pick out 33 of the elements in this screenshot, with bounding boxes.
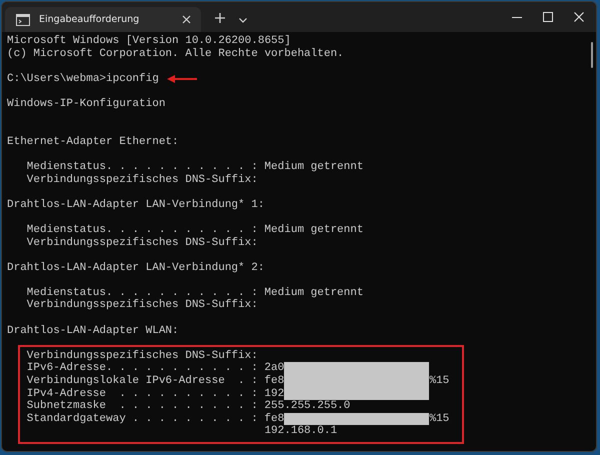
console-line: Medienstatus. . . . . . . . . . . : Medium getrennt <box>26 160 364 174</box>
console-line: Windows-IP-Konfiguration <box>7 98 166 111</box>
console-line: (c) Microsoft Corporation. Alle Rechte vorbehalten. <box>7 48 345 60</box>
adapter-heading: Ethernet-Adapter Ethernet: <box>7 136 179 148</box>
adapter-heading: Drahtlos-LAN-Adapter LAN-Verbindung* 1: <box>7 198 264 212</box>
console-line: Microsoft Windows [Version 10.0.26200.8655] <box>7 35 292 48</box>
maximize-icon[interactable] <box>543 12 553 22</box>
console-line: 192.168.0.1 <box>263 425 338 438</box>
console-line: Standardgateway . . . . . . . . . : fe8 <box>26 412 284 426</box>
command-prompt: C:\Users\webma>ipconfig <box>7 72 159 86</box>
close-icon[interactable] <box>182 15 191 24</box>
console-line: Verbindungsspezifisches DNS-Suffix: <box>26 236 258 250</box>
tab-title: Eingabeaufforderung <box>39 14 140 25</box>
adapter-heading: Drahtlos-LAN-Adapter WLAN: <box>7 324 179 338</box>
console-line: Verbindungsspezifisches DNS-Suffix: <box>26 350 258 362</box>
scrollbar[interactable] <box>591 42 593 68</box>
chevron-down-icon[interactable] <box>239 18 247 23</box>
console-line: Verbindungsspezifisches DNS-Suffix: <box>26 174 258 186</box>
console-line: IPv4-Adresse . . . . . . . . . . : 192 <box>26 388 284 400</box>
adapter-heading: Drahtlos-LAN-Adapter LAN-Verbindung* 2: <box>7 262 264 274</box>
console-text: %15 <box>429 375 450 388</box>
console-line: IPv6-Adresse. . . . . . . . . . . : 2a0 <box>26 362 284 375</box>
console-line: Medienstatus. . . . . . . . . . . : Medium getrennt <box>26 224 364 236</box>
minimize-icon[interactable] <box>512 16 522 18</box>
plus-icon[interactable] <box>215 13 225 23</box>
close-icon[interactable] <box>574 12 584 22</box>
console-line: Medienstatus. . . . . . . . . . . : Medium getrennt <box>26 286 364 299</box>
console-line: Verbindungsspezifisches DNS-Suffix: <box>26 299 258 312</box>
terminal-tab[interactable]: Eingabeaufforderung <box>5 7 201 32</box>
terminal-icon <box>16 14 30 26</box>
console-line: Subnetzmaske . . . . . . . . . . : 255.255.255.0 <box>26 400 350 413</box>
console-text: %15 <box>429 412 450 426</box>
console-line: Verbindungslokale IPv6-Adresse . : fe8 <box>26 375 284 388</box>
